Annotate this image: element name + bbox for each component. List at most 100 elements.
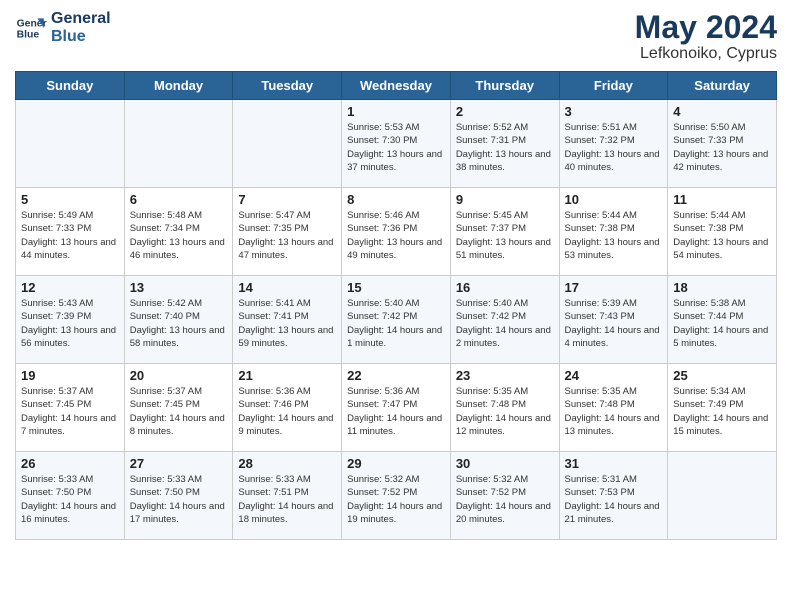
- day-info: Sunrise: 5:39 AM Sunset: 7:43 PM Dayligh…: [565, 297, 663, 350]
- day-number: 13: [130, 280, 228, 295]
- day-info: Sunrise: 5:40 AM Sunset: 7:42 PM Dayligh…: [347, 297, 445, 350]
- day-info: Sunrise: 5:33 AM Sunset: 7:51 PM Dayligh…: [238, 473, 336, 526]
- day-cell-4-1: 27 Sunrise: 5:33 AM Sunset: 7:50 PM Dayli…: [124, 452, 233, 540]
- day-cell-0-0: [16, 100, 125, 188]
- page-container: General Blue General Blue May 2024 Lefko…: [0, 0, 792, 550]
- day-info: Sunrise: 5:46 AM Sunset: 7:36 PM Dayligh…: [347, 209, 445, 262]
- month-title: May 2024: [635, 10, 777, 45]
- day-info: Sunrise: 5:33 AM Sunset: 7:50 PM Dayligh…: [130, 473, 228, 526]
- day-number: 31: [565, 456, 663, 471]
- day-number: 14: [238, 280, 336, 295]
- day-cell-3-3: 22 Sunrise: 5:36 AM Sunset: 7:47 PM Dayli…: [342, 364, 451, 452]
- day-cell-2-5: 17 Sunrise: 5:39 AM Sunset: 7:43 PM Dayli…: [559, 276, 668, 364]
- day-number: 15: [347, 280, 445, 295]
- day-number: 21: [238, 368, 336, 383]
- svg-text:Blue: Blue: [17, 30, 40, 41]
- title-section: May 2024 Lefkonoiko, Cyprus: [635, 10, 777, 63]
- day-number: 1: [347, 104, 445, 119]
- week-row-2: 5 Sunrise: 5:49 AM Sunset: 7:33 PM Daylig…: [16, 188, 777, 276]
- day-info: Sunrise: 5:33 AM Sunset: 7:50 PM Dayligh…: [21, 473, 119, 526]
- day-cell-4-5: 31 Sunrise: 5:31 AM Sunset: 7:53 PM Dayli…: [559, 452, 668, 540]
- day-number: 27: [130, 456, 228, 471]
- day-cell-3-1: 20Sunrise: 5:37 AM Sunset: 7:45 PM Dayli…: [124, 364, 233, 452]
- day-cell-3-5: 24 Sunrise: 5:35 AM Sunset: 7:48 PM Dayli…: [559, 364, 668, 452]
- day-number: 8: [347, 192, 445, 207]
- day-cell-0-5: 3Sunrise: 5:51 AM Sunset: 7:32 PM Daylig…: [559, 100, 668, 188]
- day-cell-3-2: 21 Sunrise: 5:36 AM Sunset: 7:46 PM Dayli…: [233, 364, 342, 452]
- day-number: 12: [21, 280, 119, 295]
- day-info: Sunrise: 5:52 AM Sunset: 7:31 PM Dayligh…: [456, 121, 554, 174]
- day-cell-0-1: [124, 100, 233, 188]
- day-info: Sunrise: 5:32 AM Sunset: 7:52 PM Dayligh…: [456, 473, 554, 526]
- day-cell-4-3: 29Sunrise: 5:32 AM Sunset: 7:52 PM Dayli…: [342, 452, 451, 540]
- day-info: Sunrise: 5:31 AM Sunset: 7:53 PM Dayligh…: [565, 473, 663, 526]
- day-info: Sunrise: 5:38 AM Sunset: 7:44 PM Dayligh…: [673, 297, 771, 350]
- day-info: Sunrise: 5:48 AM Sunset: 7:34 PM Dayligh…: [130, 209, 228, 262]
- day-info: Sunrise: 5:44 AM Sunset: 7:38 PM Dayligh…: [673, 209, 771, 262]
- day-number: 5: [21, 192, 119, 207]
- calendar-header-row: Sunday Monday Tuesday Wednesday Thursday…: [16, 72, 777, 100]
- location-text: Lefkonoiko, Cyprus: [635, 45, 777, 63]
- day-info: Sunrise: 5:43 AM Sunset: 7:39 PM Dayligh…: [21, 297, 119, 350]
- day-info: Sunrise: 5:50 AM Sunset: 7:33 PM Dayligh…: [673, 121, 771, 174]
- day-number: 2: [456, 104, 554, 119]
- calendar-table: Sunday Monday Tuesday Wednesday Thursday…: [15, 71, 777, 540]
- day-cell-4-4: 30Sunrise: 5:32 AM Sunset: 7:52 PM Dayli…: [450, 452, 559, 540]
- day-info: Sunrise: 5:53 AM Sunset: 7:30 PM Dayligh…: [347, 121, 445, 174]
- day-cell-1-0: 5 Sunrise: 5:49 AM Sunset: 7:33 PM Daylig…: [16, 188, 125, 276]
- day-cell-2-4: 16Sunrise: 5:40 AM Sunset: 7:42 PM Dayli…: [450, 276, 559, 364]
- day-info: Sunrise: 5:35 AM Sunset: 7:48 PM Dayligh…: [456, 385, 554, 438]
- col-monday: Monday: [124, 72, 233, 100]
- day-cell-3-0: 19Sunrise: 5:37 AM Sunset: 7:45 PM Dayli…: [16, 364, 125, 452]
- day-info: Sunrise: 5:34 AM Sunset: 7:49 PM Dayligh…: [673, 385, 771, 438]
- day-info: Sunrise: 5:49 AM Sunset: 7:33 PM Dayligh…: [21, 209, 119, 262]
- day-number: 7: [238, 192, 336, 207]
- week-row-3: 12 Sunrise: 5:43 AM Sunset: 7:39 PM Dayli…: [16, 276, 777, 364]
- day-number: 22: [347, 368, 445, 383]
- logo: General Blue General Blue: [15, 10, 111, 47]
- day-number: 6: [130, 192, 228, 207]
- day-number: 11: [673, 192, 771, 207]
- col-wednesday: Wednesday: [342, 72, 451, 100]
- col-saturday: Saturday: [668, 72, 777, 100]
- day-number: 20: [130, 368, 228, 383]
- logo-icon: General Blue: [15, 12, 47, 44]
- day-info: Sunrise: 5:44 AM Sunset: 7:38 PM Dayligh…: [565, 209, 663, 262]
- day-number: 10: [565, 192, 663, 207]
- day-cell-2-2: 14Sunrise: 5:41 AM Sunset: 7:41 PM Dayli…: [233, 276, 342, 364]
- day-number: 24: [565, 368, 663, 383]
- day-cell-2-1: 13Sunrise: 5:42 AM Sunset: 7:40 PM Dayli…: [124, 276, 233, 364]
- logo-text-line1: General: [51, 10, 111, 28]
- day-number: 9: [456, 192, 554, 207]
- day-cell-2-3: 15 Sunrise: 5:40 AM Sunset: 7:42 PM Dayli…: [342, 276, 451, 364]
- day-cell-2-0: 12 Sunrise: 5:43 AM Sunset: 7:39 PM Dayli…: [16, 276, 125, 364]
- day-cell-4-6: [668, 452, 777, 540]
- day-number: 25: [673, 368, 771, 383]
- day-number: 19: [21, 368, 119, 383]
- day-info: Sunrise: 5:47 AM Sunset: 7:35 PM Dayligh…: [238, 209, 336, 262]
- week-row-4: 19Sunrise: 5:37 AM Sunset: 7:45 PM Dayli…: [16, 364, 777, 452]
- col-thursday: Thursday: [450, 72, 559, 100]
- day-cell-0-2: [233, 100, 342, 188]
- day-cell-1-6: 11 Sunrise: 5:44 AM Sunset: 7:38 PM Dayli…: [668, 188, 777, 276]
- day-cell-4-0: 26Sunrise: 5:33 AM Sunset: 7:50 PM Dayli…: [16, 452, 125, 540]
- day-cell-3-4: 23 Sunrise: 5:35 AM Sunset: 7:48 PM Dayli…: [450, 364, 559, 452]
- day-cell-0-3: 1 Sunrise: 5:53 AM Sunset: 7:30 PM Daylig…: [342, 100, 451, 188]
- day-cell-1-3: 8 Sunrise: 5:46 AM Sunset: 7:36 PM Daylig…: [342, 188, 451, 276]
- day-number: 4: [673, 104, 771, 119]
- day-number: 17: [565, 280, 663, 295]
- col-tuesday: Tuesday: [233, 72, 342, 100]
- logo-text-line2: Blue: [51, 28, 111, 46]
- day-info: Sunrise: 5:36 AM Sunset: 7:46 PM Dayligh…: [238, 385, 336, 438]
- day-cell-0-6: 4 Sunrise: 5:50 AM Sunset: 7:33 PM Daylig…: [668, 100, 777, 188]
- day-info: Sunrise: 5:51 AM Sunset: 7:32 PM Dayligh…: [565, 121, 663, 174]
- day-cell-1-2: 7 Sunrise: 5:47 AM Sunset: 7:35 PM Daylig…: [233, 188, 342, 276]
- col-sunday: Sunday: [16, 72, 125, 100]
- day-info: Sunrise: 5:35 AM Sunset: 7:48 PM Dayligh…: [565, 385, 663, 438]
- day-number: 29: [347, 456, 445, 471]
- day-number: 23: [456, 368, 554, 383]
- day-cell-1-4: 9Sunrise: 5:45 AM Sunset: 7:37 PM Daylig…: [450, 188, 559, 276]
- day-info: Sunrise: 5:36 AM Sunset: 7:47 PM Dayligh…: [347, 385, 445, 438]
- day-cell-2-6: 18Sunrise: 5:38 AM Sunset: 7:44 PM Dayli…: [668, 276, 777, 364]
- day-cell-1-1: 6 Sunrise: 5:48 AM Sunset: 7:34 PM Daylig…: [124, 188, 233, 276]
